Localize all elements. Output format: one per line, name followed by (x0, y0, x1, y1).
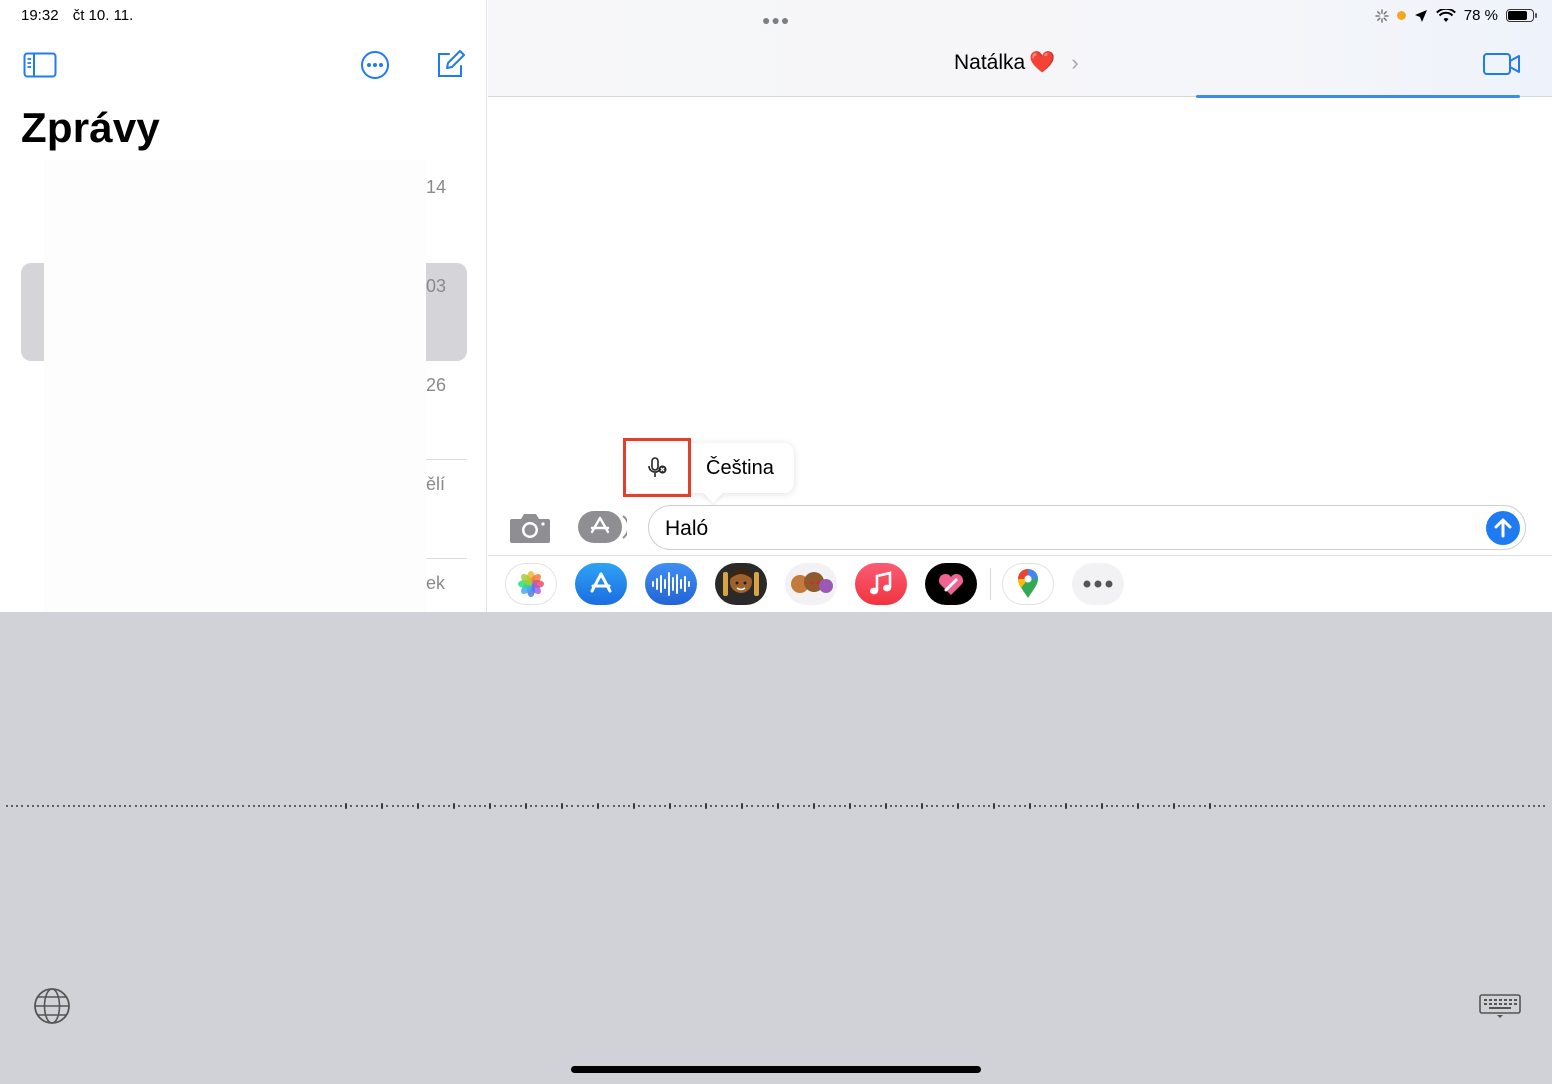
status-date: čt 10. 11. (72, 7, 134, 24)
dictation-mic-button[interactable] (623, 438, 691, 497)
contact-name-button[interactable]: Natálka ❤️ › (954, 50, 1079, 76)
mic-in-use-indicator-icon (1396, 11, 1406, 20)
location-arrow-icon (1414, 9, 1427, 22)
list-divider (426, 558, 467, 559)
home-indicator[interactable] (571, 1066, 981, 1073)
memoji-stickers-icon[interactable] (785, 563, 837, 605)
sidebar-toggle-icon[interactable] (22, 48, 58, 82)
contact-name: Natálka (954, 51, 1026, 74)
conversation-pane: ●●● 78 % Natálka ❤️ › Čeština Haló (488, 0, 1552, 612)
facetime-video-icon[interactable] (1482, 50, 1522, 78)
message-input[interactable]: Haló (648, 505, 1526, 550)
activity-spinner-icon (1375, 8, 1389, 23)
more-options-icon[interactable] (357, 48, 393, 82)
conversation-list-sidebar: 19:32 čt 10. 11. Zprávy 14 03 26 ělí ek (0, 0, 487, 612)
conversation-time: ek (426, 573, 446, 593)
keyboard-icon[interactable] (1479, 994, 1521, 1018)
audio-message-icon[interactable] (645, 563, 697, 605)
list-item-blurred (44, 263, 426, 361)
app-store-icon[interactable] (575, 563, 627, 605)
send-button[interactable] (1486, 511, 1520, 545)
send-progress-bar (1196, 95, 1520, 98)
more-apps-icon[interactable] (1072, 563, 1124, 605)
arrow-up-icon (1494, 518, 1512, 538)
status-time: 19:32 (21, 7, 59, 24)
app-store-drawer-icon[interactable] (577, 510, 630, 544)
conversation-time: ělí (426, 474, 446, 494)
compose-icon[interactable] (432, 48, 468, 82)
google-maps-icon[interactable] (1002, 563, 1054, 605)
conversation-time: 26 (426, 375, 447, 395)
conversation-time: 03 (426, 276, 447, 296)
heart-emoji: ❤️ (1029, 51, 1056, 74)
conversation-time: 14 (426, 177, 447, 197)
music-app-icon[interactable] (855, 563, 907, 605)
dictation-waveform (6, 801, 1548, 811)
chevron-right-icon: › (1071, 50, 1079, 75)
divider (488, 555, 1552, 556)
battery-icon (1506, 9, 1537, 22)
photos-app-icon[interactable] (505, 563, 557, 605)
dictation-language-label[interactable]: Čeština (706, 457, 774, 480)
camera-icon[interactable] (508, 510, 552, 546)
conversation-header: ●●● 78 % Natálka ❤️ › (488, 0, 1552, 98)
memoji-icon[interactable] (715, 563, 767, 605)
list-divider (426, 459, 467, 460)
conversation-list (44, 160, 426, 612)
digital-touch-icon[interactable] (925, 563, 977, 605)
wifi-icon (1435, 8, 1456, 22)
status-bar-right: 78 % (1375, 7, 1537, 24)
multitasking-dots-icon[interactable]: ●●● (762, 12, 790, 28)
status-bar-left: 19:32 čt 10. 11. (21, 7, 143, 24)
microphone-cancel-icon (648, 456, 667, 477)
app-strip-divider (990, 568, 991, 600)
message-input-value: Haló (665, 517, 709, 540)
battery-percent: 78 % (1463, 7, 1498, 24)
page-title: Zprávy (21, 104, 160, 151)
globe-icon[interactable] (33, 987, 71, 1025)
